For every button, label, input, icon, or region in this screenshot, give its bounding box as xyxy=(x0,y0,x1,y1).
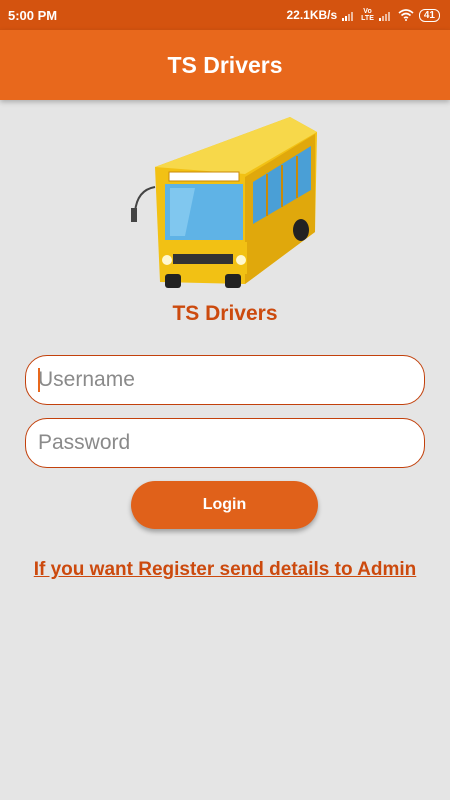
username-input[interactable] xyxy=(25,355,425,405)
volte-icon: Vo LTE xyxy=(361,8,374,22)
signal-icon xyxy=(342,11,354,21)
wifi-icon xyxy=(398,9,414,21)
brand-title: TS Drivers xyxy=(172,302,278,325)
app-title: TS Drivers xyxy=(167,51,283,78)
status-bar: 5:00 PM 22.1KB/s Vo LTE 41 xyxy=(0,0,450,30)
password-input[interactable] xyxy=(25,418,425,468)
app-bar: TS Drivers xyxy=(0,30,450,100)
status-time: 5:00 PM xyxy=(8,7,58,23)
register-link[interactable]: If you want Register send details to Adm… xyxy=(0,559,450,581)
battery-icon: 41 xyxy=(418,8,440,22)
status-icons: 22.1KB/s Vo LTE 41 xyxy=(286,8,440,22)
text-cursor xyxy=(38,368,40,392)
login-button[interactable]: Login xyxy=(131,481,318,529)
network-speed: 22.1KB/s xyxy=(286,8,338,22)
bus-icon xyxy=(131,117,317,288)
signal-icon-2 xyxy=(378,11,390,21)
